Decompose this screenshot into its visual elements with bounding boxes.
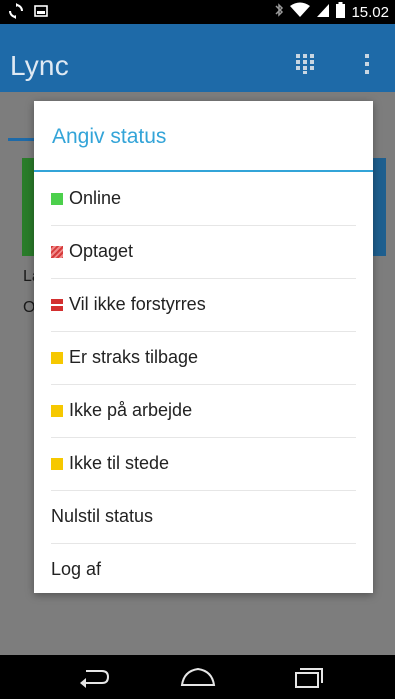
status-option-away[interactable]: Ikke til stede xyxy=(34,437,373,490)
back-icon[interactable] xyxy=(72,663,112,691)
contact-tile xyxy=(372,158,386,256)
reset-status-button[interactable]: Nulstil status xyxy=(34,490,373,543)
bluetooth-icon xyxy=(274,2,284,22)
status-bar: 15.02 xyxy=(0,0,395,24)
online-status-icon xyxy=(51,192,63,205)
app-bar: Lync xyxy=(0,24,395,92)
busy-status-icon xyxy=(51,245,63,258)
menu-item-label: Ikke til stede xyxy=(69,453,170,473)
status-dialog: Angiv status Online Optaget Vil ikke for… xyxy=(34,101,373,593)
away-status-icon xyxy=(51,404,63,417)
away-status-icon xyxy=(51,351,63,364)
status-option-off-work[interactable]: Ikke på arbejde xyxy=(34,384,373,437)
sync-icon xyxy=(8,3,24,24)
home-icon[interactable] xyxy=(178,663,218,691)
battery-icon xyxy=(336,2,346,22)
do-not-disturb-status-icon xyxy=(51,298,63,311)
away-status-icon xyxy=(51,457,63,470)
menu-item-label: Optaget xyxy=(69,241,134,261)
navigation-bar xyxy=(0,655,395,699)
menu-item-label: Log af xyxy=(51,559,102,579)
signal-icon xyxy=(316,2,330,22)
menu-item-label: Vil ikke forstyrres xyxy=(69,294,206,314)
status-menu: Online Optaget Vil ikke forstyrres Er st… xyxy=(34,172,373,596)
wifi-icon xyxy=(290,2,311,22)
menu-item-label: Er straks tilbage xyxy=(69,347,199,367)
sign-out-button[interactable]: Log af xyxy=(34,543,373,596)
clock: 15.02 xyxy=(351,3,389,21)
app-title: Lync xyxy=(10,50,69,81)
menu-item-label: Ikke på arbejde xyxy=(69,400,193,420)
status-option-busy[interactable]: Optaget xyxy=(34,225,373,278)
menu-item-label: Nulstil status xyxy=(51,506,154,526)
recent-apps-icon[interactable] xyxy=(288,663,328,691)
menu-item-label: Online xyxy=(69,188,122,208)
dialog-title: Angiv status xyxy=(52,125,167,148)
status-option-do-not-disturb[interactable]: Vil ikke forstyrres xyxy=(34,278,373,331)
status-option-be-right-back[interactable]: Er straks tilbage xyxy=(34,331,373,384)
overflow-menu-icon[interactable] xyxy=(362,52,372,76)
screenshot-icon xyxy=(34,4,48,23)
status-option-online[interactable]: Online xyxy=(34,172,373,225)
dialpad-icon[interactable] xyxy=(294,52,316,74)
